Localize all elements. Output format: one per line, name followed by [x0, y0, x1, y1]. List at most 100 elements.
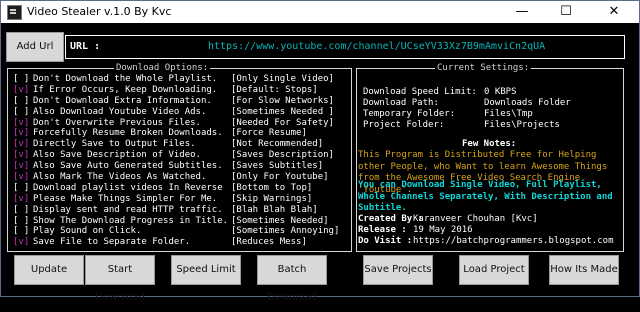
option-row[interactable]: [ ] Play Sound on Click. [Sometimes Annoyi… [13, 226, 353, 237]
credit-key: Release : [358, 225, 407, 235]
option-label: Show The Download Progress in Title. [33, 215, 229, 226]
setting-value: 0 KBPS [484, 87, 517, 97]
option-note: [Only For Youtube] [231, 172, 329, 183]
option-label: Also Save Description of Video. [33, 150, 201, 161]
current-settings-title: Current Settings: [435, 63, 532, 73]
batch-download-button[interactable]: Batch Download [257, 255, 327, 303]
credit-value[interactable]: https://batchprogrammers.blogspot.com [413, 236, 613, 246]
option-note: [Blah Blah Blah] [231, 204, 318, 215]
option-row[interactable]: [v] Also Mark The Videos As Watched. [Only… [13, 172, 353, 183]
option-note: [Only Single Video] [231, 74, 334, 84]
option-label: Also Download Youtube Video Ads. [33, 106, 207, 117]
option-note: [Saves Subtitles] [231, 161, 324, 172]
option-checkbox[interactable]: [ ] [13, 107, 29, 117]
option-row[interactable]: [ ] Show The Download Progress in Title.[… [13, 216, 353, 227]
app-window: Video Stealer v.1.0 By Kvc — ☐ ✕ Add Url… [0, 0, 640, 303]
option-label: Also Save Auto Generated Subtitles. [33, 161, 223, 172]
option-row[interactable]: [v] Also Save Description of Video. [Saves… [13, 150, 353, 161]
option-checkbox[interactable]: [v] [13, 161, 29, 171]
option-note: [Not Recommended] [231, 139, 324, 150]
download-options-title: Download Options: [114, 63, 211, 73]
speed-limit-button[interactable]: Speed Limit [171, 255, 241, 285]
maximize-icon[interactable]: ☐ [549, 1, 583, 23]
option-checkbox[interactable]: [v] [13, 85, 29, 95]
credit-value: Karanveer Chouhan [Kvc] [413, 214, 538, 224]
option-label: Also Mark The Videos As Watched. [33, 172, 207, 183]
update-button[interactable]: Update [14, 255, 84, 285]
setting-value: Files\Projects [484, 120, 560, 130]
option-row[interactable]: [ ] Download playlist videos In Reverse [B… [13, 183, 353, 194]
option-checkbox[interactable]: [v] [13, 194, 29, 204]
option-note: [Bottom to Top] [231, 182, 313, 193]
app-icon [7, 5, 22, 20]
option-checkbox[interactable]: [v] [13, 118, 29, 128]
option-note: [For Slow Networks] [231, 95, 334, 106]
option-row[interactable]: [v] Also Save Auto Generated Subtitles. [S… [13, 161, 353, 172]
option-note: [Needed For Safety] [231, 117, 334, 128]
option-label: Directly Save to Output Files. [33, 139, 196, 150]
close-icon[interactable]: ✕ [597, 1, 631, 23]
option-label: Don't Overwrite Previous Files. [33, 117, 201, 128]
option-row[interactable]: [v] Forcefully Resume Broken Downloads. [F… [13, 128, 353, 139]
option-checkbox[interactable]: [v] [13, 237, 29, 247]
setting-key: Download Path: [363, 98, 439, 108]
option-row[interactable]: [v] Save File to Separate Folder. [Reduces… [13, 237, 353, 248]
option-checkbox[interactable]: [v] [13, 150, 29, 160]
url-field[interactable]: URL : https://www.youtube.com/channel/UC… [65, 35, 625, 59]
option-row[interactable]: [ ] Don't Download Extra Information. [For… [13, 96, 353, 107]
option-checkbox[interactable]: [ ] [13, 183, 29, 193]
add-url-button[interactable]: Add Url [6, 32, 64, 62]
minimize-icon[interactable]: — [505, 1, 539, 23]
option-checkbox[interactable]: [ ] [13, 226, 29, 236]
option-row[interactable]: [ ] Also Download Youtube Video Ads. [Some… [13, 107, 353, 118]
option-note: [Reduces Mess] [231, 237, 307, 248]
option-row[interactable]: [v] Directly Save to Output Files. [Not Re… [13, 139, 353, 150]
option-checkbox[interactable]: [ ] [13, 74, 29, 84]
option-row[interactable]: [ ] Display sent and read HTTP traffic. [B… [13, 205, 353, 216]
option-label: Don't Download the Whole Playlist. [33, 74, 218, 84]
option-note: [Saves Description] [231, 150, 334, 161]
option-label: Play Sound on Click. [33, 226, 142, 237]
option-checkbox[interactable]: [v] [13, 172, 29, 182]
setting-value: Downloads Folder [484, 98, 571, 108]
option-checkbox[interactable]: [ ] [13, 205, 29, 215]
setting-key: Download Speed Limit: [363, 87, 477, 97]
load-project-button[interactable]: Load Project [459, 255, 529, 285]
option-note: [Force Resume] [231, 128, 307, 139]
option-note: [Skip Warnings] [231, 193, 313, 204]
option-checkbox[interactable]: [ ] [13, 216, 29, 226]
window-title: Video Stealer v.1.0 By Kvc [27, 5, 172, 18]
option-label: Please Make Things Simpler For Me. [33, 193, 218, 204]
start-download-button[interactable]: Start Download [85, 255, 155, 303]
setting-key: Project Folder: [363, 120, 445, 130]
option-row[interactable]: [ ] Don't Download the Whole Playlist. [On… [13, 74, 353, 85]
credit-key: Do Visit : [358, 236, 413, 246]
option-label: Don't Download Extra Information. [33, 95, 212, 106]
option-label: Save File to Separate Folder. [33, 237, 191, 248]
url-value[interactable]: https://www.youtube.com/channel/UCseYV33… [208, 41, 545, 52]
option-label: Forcefully Resume Broken Downloads. [33, 128, 223, 139]
option-note: [Sometimes Annoying] [231, 226, 340, 237]
option-label: Download playlist videos In Reverse [33, 182, 223, 193]
option-row[interactable]: [v] Don't Overwrite Previous Files. [Neede… [13, 118, 353, 129]
setting-key: Temporary Folder: [363, 109, 456, 119]
option-row[interactable]: [v] If Error Occurs, Keep Downloading. [De… [13, 85, 353, 96]
option-note: [Sometimes Needed] [231, 215, 329, 226]
title-bar: Video Stealer v.1.0 By Kvc — ☐ ✕ [1, 1, 639, 23]
option-checkbox[interactable]: [v] [13, 128, 29, 138]
download-options-list: [ ] Don't Download the Whole Playlist. [On… [13, 74, 353, 248]
option-note: [Default: Stops] [231, 84, 318, 95]
note-text: You can Download Single Video, Full Play… [358, 180, 613, 214]
option-checkbox[interactable]: [v] [13, 139, 29, 149]
option-label: Display sent and read HTTP traffic. [33, 204, 223, 215]
option-label: If Error Occurs, Keep Downloading. [33, 84, 218, 95]
option-checkbox[interactable]: [ ] [13, 96, 29, 106]
how-its-made-button[interactable]: How Its Made [549, 255, 619, 285]
option-row[interactable]: [v] Please Make Things Simpler For Me. [Sk… [13, 194, 353, 205]
save-projects-button[interactable]: Save Projects [363, 255, 433, 285]
few-notes-title: Few Notes: [462, 139, 517, 149]
setting-value: Files\Tmp [484, 109, 533, 119]
option-note: [Sometimes Needed ] [231, 106, 334, 117]
url-label: URL : [70, 41, 101, 52]
credit-value: 19 May 2016 [413, 225, 473, 235]
